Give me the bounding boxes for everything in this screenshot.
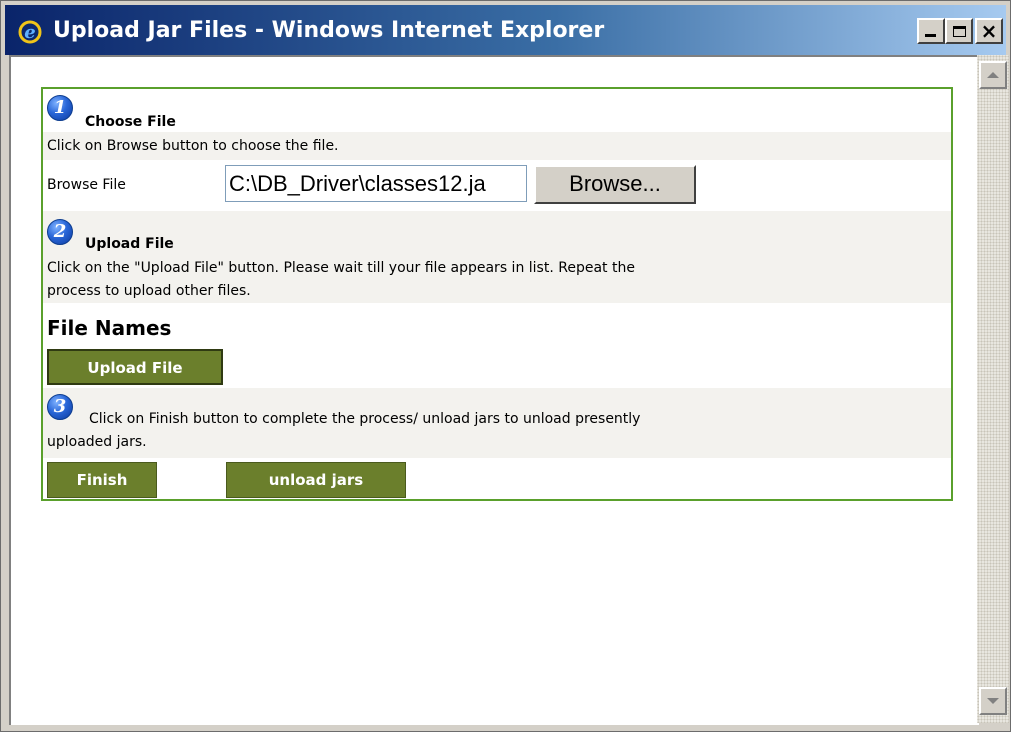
upload-file-button[interactable]: Upload File (47, 349, 223, 385)
upload-panel: 1 Choose File Click on Browse button to … (41, 87, 953, 501)
step-2-instruction-line-2: process to upload other files. (47, 283, 251, 299)
file-path-input[interactable]: C:\DB_Driver\classes12.ja (225, 165, 527, 202)
scroll-down-button[interactable] (979, 687, 1007, 715)
minimize-icon (925, 34, 936, 37)
page-content: 1 Choose File Click on Browse button to … (9, 55, 979, 725)
ie-icon: e (18, 20, 42, 44)
window-title: Upload Jar Files - Windows Internet Expl… (53, 18, 605, 43)
browse-file-label: Browse File (47, 177, 126, 193)
step-1-icon: 1 (47, 95, 73, 121)
step-3-icon: 3 (47, 394, 73, 420)
maximize-icon (952, 25, 966, 37)
svg-text:e: e (24, 22, 35, 43)
step-2-icon: 2 (47, 219, 73, 245)
close-button[interactable]: × (975, 18, 1003, 44)
arrow-down-icon (987, 698, 999, 704)
vertical-scrollbar[interactable] (977, 55, 1009, 723)
browse-button[interactable]: Browse... (534, 165, 696, 204)
minimize-button[interactable] (917, 18, 945, 44)
unload-jars-button[interactable]: unload jars (226, 462, 406, 498)
browser-window: e Upload Jar Files - Windows Internet Ex… (0, 0, 1011, 732)
step-2-heading: Upload File (85, 236, 174, 252)
arrow-up-icon (987, 72, 999, 78)
finish-button[interactable]: Finish (47, 462, 157, 498)
step-1-heading: Choose File (85, 114, 176, 130)
step-3-instruction-line-1: Click on Finish button to complete the p… (89, 411, 641, 427)
maximize-button[interactable] (945, 18, 973, 44)
title-bar[interactable]: e Upload Jar Files - Windows Internet Ex… (5, 5, 1006, 55)
scroll-up-button[interactable] (979, 61, 1007, 89)
close-icon: × (980, 19, 998, 43)
file-names-heading: File Names (47, 316, 172, 340)
step-2-instruction-line-1: Click on the "Upload File" button. Pleas… (47, 260, 635, 276)
step-1-instruction: Click on Browse button to choose the fil… (47, 138, 339, 154)
step-3-instruction-line-2: uploaded jars. (47, 434, 147, 450)
